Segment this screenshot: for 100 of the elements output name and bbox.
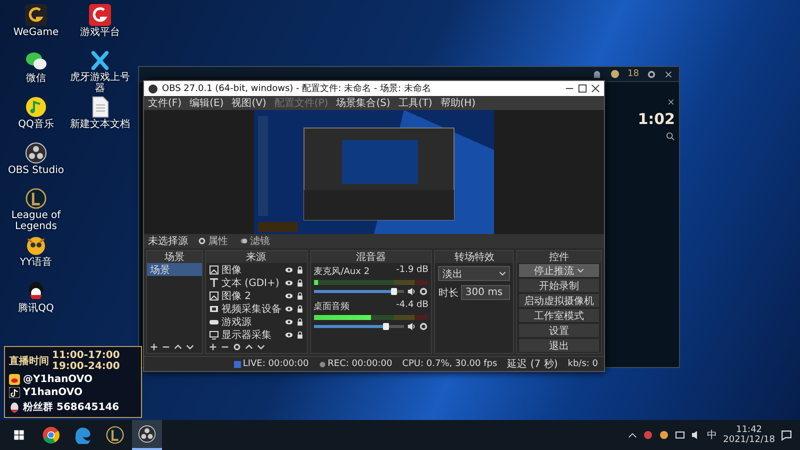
source-item[interactable]: 图像	[222, 262, 282, 276]
taskbar-button[interactable]	[132, 420, 162, 450]
duration-field[interactable]: 300 ms	[461, 285, 510, 300]
shortcut-label[interactable]: League of Legends	[5, 210, 67, 232]
panel-title: 转场特效	[454, 250, 494, 264]
control-button[interactable]: 开始录制	[519, 279, 599, 292]
slider-thumb[interactable]	[383, 323, 390, 330]
circle-logo-icon	[148, 84, 158, 94]
shortcut-label[interactable]: 虎牙游戏上号器	[69, 72, 131, 94]
transition-select[interactable]: 淡出	[438, 266, 510, 281]
close-icon[interactable]	[664, 70, 673, 78]
eye-icon[interactable]	[284, 330, 293, 338]
music-note-icon[interactable]	[25, 96, 47, 118]
volume-slider[interactable]	[314, 325, 404, 328]
helmet-icon[interactable]	[592, 69, 602, 79]
eye-icon[interactable]	[284, 278, 293, 286]
level-reading: -4.4 dB	[396, 300, 428, 312]
chevron-up-icon[interactable]	[628, 430, 638, 440]
search-icon[interactable]	[666, 132, 675, 141]
lock-icon[interactable]	[296, 304, 304, 312]
g-logo-icon[interactable]	[25, 4, 47, 26]
up-chevron-icon[interactable]	[244, 343, 252, 351]
colored-circle-icon[interactable]	[42, 426, 60, 444]
down-chevron-icon[interactable]	[256, 343, 264, 351]
control-button[interactable]: 工作室模式	[519, 309, 599, 322]
clock-date[interactable]: 2021/12/18	[723, 435, 775, 445]
source-item[interactable]: 图像 2	[222, 288, 282, 302]
l-logo-icon[interactable]	[25, 188, 47, 209]
control-button[interactable]: 停止推流	[519, 264, 599, 277]
lock-icon[interactable]	[296, 330, 304, 338]
control-button[interactable]: 设置	[519, 324, 599, 337]
picture-icon	[208, 264, 218, 274]
clock-time[interactable]: 11:42	[736, 425, 762, 435]
gear-icon[interactable]	[198, 237, 206, 245]
eye-icon[interactable]	[284, 318, 293, 326]
input-method-indicator[interactable]: 中	[707, 428, 718, 442]
shortcut-label[interactable]: 游戏平台	[69, 27, 131, 38]
x-logo-icon[interactable]	[89, 50, 111, 71]
caret-icon	[499, 270, 506, 277]
shortcut-label[interactable]: WeGame	[5, 27, 67, 38]
shortcut-label[interactable]: 微信	[5, 73, 67, 84]
lock-icon[interactable]	[296, 278, 304, 286]
cartoon-mascot-icon[interactable]	[25, 234, 47, 256]
shortcut-label[interactable]: QQ音乐	[5, 119, 67, 130]
gear-icon[interactable]	[419, 322, 428, 331]
maximize-icon[interactable]	[578, 84, 587, 93]
swirl-icon[interactable]	[74, 426, 92, 444]
circle-logo-icon[interactable]	[138, 425, 156, 443]
menu-item[interactable]: 帮助(H)	[440, 96, 476, 110]
plus-icon[interactable]	[150, 343, 158, 351]
menu-item[interactable]: 视图(V)	[232, 96, 266, 110]
gear-icon[interactable]	[232, 343, 240, 351]
l-logo-icon[interactable]	[106, 426, 124, 444]
up-chevron-icon[interactable]	[174, 343, 182, 351]
slider-thumb[interactable]	[390, 288, 397, 295]
plus-icon[interactable]	[208, 343, 216, 351]
network-icon[interactable]	[675, 430, 686, 440]
shortcut-label[interactable]: 新建文本文档	[69, 119, 131, 130]
channel-name: 麦克风/Aux 2	[314, 266, 370, 278]
source-item[interactable]: 显示器采集	[222, 328, 282, 342]
currency-count: 18	[628, 69, 639, 79]
scene-item[interactable]: 场景	[147, 263, 202, 276]
source-item[interactable]: 文本 (GDI+)	[222, 276, 282, 290]
shortcut-label[interactable]: OBS Studio	[5, 165, 67, 176]
menu-item[interactable]: 编辑(E)	[190, 96, 224, 110]
g-logo-icon[interactable]	[89, 4, 111, 26]
speaker-icon[interactable]	[407, 322, 416, 331]
live-indicator-icon	[234, 360, 241, 368]
circle-logo-icon[interactable]	[25, 142, 47, 164]
menu-item[interactable]: 工具(T)	[398, 96, 432, 110]
control-button[interactable]: 启动虚拟摄像机	[519, 294, 599, 307]
speaker-icon[interactable]	[407, 287, 416, 296]
close-icon[interactable]	[667, 98, 675, 106]
menu-item[interactable]: 文件(F)	[148, 96, 182, 110]
properties-button[interactable]: 属性	[196, 234, 230, 248]
eye-icon[interactable]	[284, 292, 293, 300]
gear-icon[interactable]	[419, 287, 428, 296]
shortcut-label[interactable]: YY语音	[5, 257, 67, 268]
filters-button[interactable]: 滤镜	[238, 234, 272, 248]
gear-icon[interactable]	[647, 70, 656, 78]
coin-icon[interactable]	[610, 69, 620, 79]
chat-bubbles-icon[interactable]	[25, 50, 47, 72]
lock-icon[interactable]	[296, 292, 304, 300]
schedule-time: 11:00-17:00	[52, 350, 120, 361]
control-button[interactable]: 退出	[519, 339, 599, 352]
source-item[interactable]: 游戏源	[222, 314, 282, 328]
shortcut-label[interactable]: 腾讯QQ	[5, 303, 67, 314]
windows-logo-icon	[13, 429, 25, 441]
menu-item[interactable]: 场景集合(S)	[336, 96, 390, 110]
filter-icon[interactable]	[240, 237, 248, 245]
lock-icon[interactable]	[296, 318, 304, 326]
eye-icon[interactable]	[284, 266, 293, 274]
lock-icon[interactable]	[296, 266, 304, 274]
tray-app-icon[interactable]	[659, 430, 670, 440]
notification-icon[interactable]	[781, 430, 792, 440]
down-chevron-icon[interactable]	[186, 343, 194, 351]
tray-app-icon[interactable]	[643, 430, 654, 440]
close-icon[interactable]	[591, 84, 600, 93]
eye-icon[interactable]	[284, 304, 293, 312]
source-item[interactable]: 视频采集设备	[222, 302, 282, 316]
